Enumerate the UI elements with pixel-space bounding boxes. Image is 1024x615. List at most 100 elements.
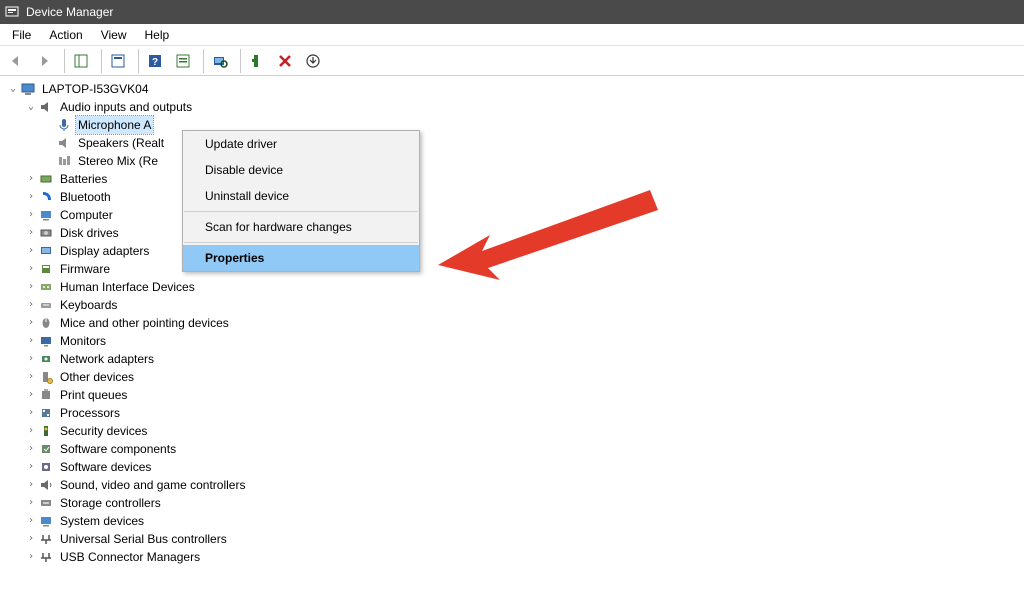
category-node[interactable]: › Other devices bbox=[24, 368, 1018, 386]
expand-icon[interactable]: › bbox=[24, 224, 38, 242]
category-node[interactable]: › Software components bbox=[24, 440, 1018, 458]
context-scan-hardware[interactable]: Scan for hardware changes bbox=[183, 214, 419, 240]
category-label[interactable]: Storage controllers bbox=[58, 494, 163, 512]
category-audio-label[interactable]: Audio inputs and outputs bbox=[58, 98, 194, 116]
category-label[interactable]: Bluetooth bbox=[58, 188, 113, 206]
expand-icon[interactable]: › bbox=[24, 512, 38, 530]
menu-help[interactable]: Help bbox=[137, 26, 178, 44]
category-icon bbox=[38, 513, 54, 529]
category-label[interactable]: Monitors bbox=[58, 332, 108, 350]
category-label[interactable]: Firmware bbox=[58, 260, 112, 278]
category-label[interactable]: Processors bbox=[58, 404, 122, 422]
category-node[interactable]: › Firmware bbox=[24, 260, 1018, 278]
device-tree[interactable]: ⌄ LAPTOP-I53GVK04 ⌄ Audio inputs and out… bbox=[0, 76, 1024, 570]
category-node[interactable]: › Sound, video and game controllers bbox=[24, 476, 1018, 494]
expand-icon[interactable]: › bbox=[24, 170, 38, 188]
category-label[interactable]: Security devices bbox=[58, 422, 149, 440]
back-button[interactable] bbox=[4, 49, 28, 73]
toolbar: ? bbox=[0, 46, 1024, 76]
category-node[interactable]: › Human Interface Devices bbox=[24, 278, 1018, 296]
category-node[interactable]: › System devices bbox=[24, 512, 1018, 530]
category-label[interactable]: Human Interface Devices bbox=[58, 278, 197, 296]
category-node[interactable]: › Network adapters bbox=[24, 350, 1018, 368]
category-node[interactable]: › Processors bbox=[24, 404, 1018, 422]
expand-icon[interactable]: › bbox=[24, 476, 38, 494]
show-hide-tree-button[interactable] bbox=[69, 49, 93, 73]
expand-icon[interactable]: › bbox=[24, 278, 38, 296]
enable-device-button[interactable] bbox=[245, 49, 269, 73]
scan-hardware-button[interactable] bbox=[208, 49, 232, 73]
expand-icon[interactable]: › bbox=[24, 242, 38, 260]
expand-icon[interactable]: › bbox=[24, 314, 38, 332]
category-label[interactable]: Print queues bbox=[58, 386, 129, 404]
stereo-mix-icon bbox=[56, 153, 72, 169]
help-button[interactable]: ? bbox=[143, 49, 167, 73]
category-node[interactable]: › Universal Serial Bus controllers bbox=[24, 530, 1018, 548]
context-update-driver[interactable]: Update driver bbox=[183, 131, 419, 157]
category-node[interactable]: › Security devices bbox=[24, 422, 1018, 440]
category-label[interactable]: USB Connector Managers bbox=[58, 548, 202, 566]
expand-icon[interactable]: › bbox=[24, 494, 38, 512]
category-label[interactable]: Keyboards bbox=[58, 296, 119, 314]
category-label[interactable]: Software devices bbox=[58, 458, 153, 476]
expand-icon[interactable]: › bbox=[24, 332, 38, 350]
expand-icon[interactable]: › bbox=[24, 404, 38, 422]
category-node[interactable]: › Keyboards bbox=[24, 296, 1018, 314]
category-node[interactable]: › Display adapters bbox=[24, 242, 1018, 260]
category-node[interactable]: › Monitors bbox=[24, 332, 1018, 350]
expand-icon[interactable]: ⌄ bbox=[24, 98, 38, 116]
expand-icon[interactable]: › bbox=[24, 548, 38, 566]
category-icon bbox=[38, 243, 54, 259]
expand-icon[interactable]: › bbox=[24, 188, 38, 206]
context-uninstall-device[interactable]: Uninstall device bbox=[183, 183, 419, 209]
expand-icon[interactable]: › bbox=[24, 440, 38, 458]
forward-button[interactable] bbox=[32, 49, 56, 73]
category-label[interactable]: Network adapters bbox=[58, 350, 156, 368]
expand-icon[interactable]: ⌄ bbox=[6, 80, 20, 98]
category-label[interactable]: System devices bbox=[58, 512, 146, 530]
expand-icon[interactable]: › bbox=[24, 386, 38, 404]
expand-icon[interactable]: › bbox=[24, 422, 38, 440]
category-label[interactable]: Mice and other pointing devices bbox=[58, 314, 231, 332]
category-node[interactable]: › Print queues bbox=[24, 386, 1018, 404]
category-node[interactable]: › Disk drives bbox=[24, 224, 1018, 242]
category-label[interactable]: Computer bbox=[58, 206, 115, 224]
category-node[interactable]: › Software devices bbox=[24, 458, 1018, 476]
expand-icon[interactable]: › bbox=[24, 260, 38, 278]
uninstall-device-button[interactable] bbox=[273, 49, 297, 73]
category-icon bbox=[38, 279, 54, 295]
update-driver-button[interactable] bbox=[301, 49, 325, 73]
action-button[interactable] bbox=[171, 49, 195, 73]
category-node[interactable]: › Batteries bbox=[24, 170, 1018, 188]
category-label[interactable]: Disk drives bbox=[58, 224, 121, 242]
expand-icon[interactable]: › bbox=[24, 530, 38, 548]
device-microphone-label[interactable]: Microphone A bbox=[76, 116, 153, 134]
category-node[interactable]: › USB Connector Managers bbox=[24, 548, 1018, 566]
context-properties[interactable]: Properties bbox=[183, 245, 419, 271]
category-label[interactable]: Other devices bbox=[58, 368, 136, 386]
category-node[interactable]: › Mice and other pointing devices bbox=[24, 314, 1018, 332]
category-node[interactable]: › Computer bbox=[24, 206, 1018, 224]
category-label[interactable]: Software components bbox=[58, 440, 178, 458]
category-node[interactable]: › Bluetooth bbox=[24, 188, 1018, 206]
category-label[interactable]: Batteries bbox=[58, 170, 109, 188]
device-speakers-label[interactable]: Speakers (Realt bbox=[76, 134, 166, 152]
properties-button[interactable] bbox=[106, 49, 130, 73]
category-label[interactable]: Sound, video and game controllers bbox=[58, 476, 247, 494]
category-label[interactable]: Display adapters bbox=[58, 242, 151, 260]
menu-file[interactable]: File bbox=[4, 26, 39, 44]
menu-action[interactable]: Action bbox=[41, 26, 90, 44]
device-stereomix-label[interactable]: Stereo Mix (Re bbox=[76, 152, 160, 170]
category-label[interactable]: Universal Serial Bus controllers bbox=[58, 530, 229, 548]
menu-view[interactable]: View bbox=[93, 26, 135, 44]
category-icon bbox=[38, 189, 54, 205]
expand-icon[interactable]: › bbox=[24, 350, 38, 368]
expand-icon[interactable]: › bbox=[24, 296, 38, 314]
expand-icon[interactable]: › bbox=[24, 206, 38, 224]
root-node-label[interactable]: LAPTOP-I53GVK04 bbox=[40, 80, 151, 98]
category-node[interactable]: › Storage controllers bbox=[24, 494, 1018, 512]
context-disable-device[interactable]: Disable device bbox=[183, 157, 419, 183]
category-icon bbox=[38, 261, 54, 277]
expand-icon[interactable]: › bbox=[24, 368, 38, 386]
expand-icon[interactable]: › bbox=[24, 458, 38, 476]
